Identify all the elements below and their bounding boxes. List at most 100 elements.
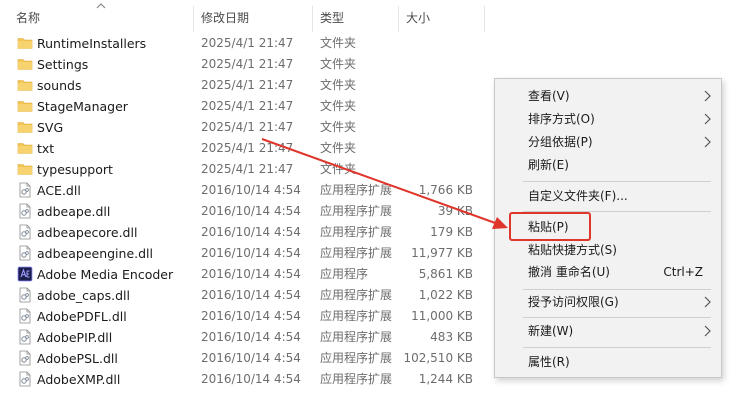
- folder-icon: [17, 119, 33, 135]
- menu-item-grant-access[interactable]: 授予访问权限(G): [495, 291, 721, 313]
- menu-item-properties[interactable]: 属性(R): [495, 351, 721, 373]
- file-type: 文件夹: [320, 141, 357, 155]
- file-name: Settings: [37, 57, 89, 72]
- menu-separator: [523, 289, 711, 290]
- file-date: 2025/4/1 21:47: [201, 141, 294, 155]
- dll-file-icon: [17, 203, 33, 219]
- file-row[interactable]: sounds 2025/4/1 21:47 文件夹: [0, 75, 486, 96]
- menu-item-undo-rename[interactable]: 撤消 重命名(U) Ctrl+Z: [495, 261, 721, 283]
- file-row[interactable]: Settings 2025/4/1 21:47 文件夹: [0, 54, 486, 75]
- file-row[interactable]: Adobe Media Encoder 2016/10/14 4:54 应用程序…: [0, 264, 486, 285]
- menu-item-label: 新建(W): [528, 324, 574, 338]
- file-type: 应用程序扩展: [320, 372, 393, 386]
- file-row[interactable]: AdobePDFL.dll 2016/10/14 4:54 应用程序扩展 11,…: [0, 306, 486, 327]
- file-name: sounds: [37, 78, 82, 93]
- dll-file-icon: [17, 308, 33, 324]
- folder-icon: [17, 140, 33, 156]
- dll-file-icon: [17, 350, 33, 366]
- file-row[interactable]: txt 2025/4/1 21:47 文件夹: [0, 138, 486, 159]
- menu-item-label: 属性(R): [528, 355, 570, 369]
- column-header-size[interactable]: 大小: [400, 0, 484, 36]
- chevron-right-icon: [704, 296, 711, 308]
- file-name: RuntimeInstallers: [37, 36, 147, 51]
- menu-item-sort-by[interactable]: 排序方式(O): [495, 108, 721, 130]
- column-divider[interactable]: [193, 6, 194, 32]
- dll-file-icon: [17, 329, 33, 345]
- file-date: 2016/10/14 4:54: [201, 204, 301, 218]
- file-row[interactable]: AdobePIP.dll 2016/10/14 4:54 应用程序扩展 483 …: [0, 327, 486, 348]
- file-name: adobe_caps.dll: [37, 288, 130, 303]
- menu-item-new[interactable]: 新建(W): [495, 320, 721, 342]
- file-size: 1,244 KB: [418, 372, 473, 386]
- chevron-right-icon: [704, 136, 711, 148]
- file-size: 11,000 KB: [411, 309, 473, 323]
- menu-item-customize-folder[interactable]: 自定义文件夹(F)...: [495, 185, 721, 207]
- column-header-date[interactable]: 修改日期: [195, 0, 313, 36]
- file-row[interactable]: RuntimeInstallers 2025/4/1 21:47 文件夹: [0, 33, 486, 54]
- file-name: ACE.dll: [37, 183, 81, 198]
- menu-separator: [523, 347, 711, 348]
- folder-icon: [17, 35, 33, 51]
- file-type: 应用程序扩展: [320, 183, 393, 197]
- file-date: 2016/10/14 4:54: [201, 288, 301, 302]
- menu-item-label: 粘贴快捷方式(S): [528, 243, 617, 257]
- file-row[interactable]: adbeapeengine.dll 2016/10/14 4:54 应用程序扩展…: [0, 243, 486, 264]
- file-date: 2016/10/14 4:54: [201, 246, 301, 260]
- file-date: 2025/4/1 21:47: [201, 99, 294, 113]
- file-size: 1,022 KB: [418, 288, 473, 302]
- file-row[interactable]: adobe_caps.dll 2016/10/14 4:54 应用程序扩展 1,…: [0, 285, 486, 306]
- file-date: 2025/4/1 21:47: [201, 36, 294, 50]
- file-name: SVG: [37, 120, 64, 135]
- chevron-right-icon: [704, 113, 711, 125]
- file-date: 2016/10/14 4:54: [201, 225, 301, 239]
- file-size: 1,766 KB: [418, 183, 473, 197]
- file-size: 179 KB: [430, 225, 473, 239]
- file-type: 文件夹: [320, 120, 357, 134]
- menu-item-paste-shortcut[interactable]: 粘贴快捷方式(S): [495, 239, 721, 261]
- file-name: AdobePSL.dll: [37, 351, 118, 366]
- file-row[interactable]: adbeapecore.dll 2016/10/14 4:54 应用程序扩展 1…: [0, 222, 486, 243]
- file-name: StageManager: [37, 99, 128, 114]
- file-type: 文件夹: [320, 162, 357, 176]
- column-divider[interactable]: [398, 6, 399, 32]
- file-type: 应用程序: [320, 267, 369, 281]
- file-type: 应用程序扩展: [320, 309, 393, 323]
- file-row[interactable]: typesupport 2025/4/1 21:47 文件夹: [0, 159, 486, 180]
- file-type: 应用程序扩展: [320, 288, 393, 302]
- file-row[interactable]: AdobePSL.dll 2016/10/14 4:54 应用程序扩展 102,…: [0, 348, 486, 369]
- media-encoder-app-icon: [17, 266, 33, 282]
- file-name: AdobeXMP.dll: [37, 372, 121, 387]
- file-name: Adobe Media Encoder: [37, 267, 174, 282]
- file-type: 应用程序扩展: [320, 330, 393, 344]
- file-date: 2025/4/1 21:47: [201, 162, 294, 176]
- column-divider[interactable]: [484, 6, 485, 32]
- file-row[interactable]: ACE.dll 2016/10/14 4:54 应用程序扩展 1,766 KB: [0, 180, 486, 201]
- menu-item-view[interactable]: 查看(V): [495, 85, 721, 107]
- file-size: 11,977 KB: [411, 246, 473, 260]
- file-row[interactable]: adbeape.dll 2016/10/14 4:54 应用程序扩展 39 KB: [0, 201, 486, 222]
- file-row[interactable]: AdobeXMP.dll 2016/10/14 4:54 应用程序扩展 1,24…: [0, 369, 486, 390]
- file-type: 应用程序扩展: [320, 225, 393, 239]
- file-name: adbeapeengine.dll: [37, 246, 153, 261]
- file-date: 2016/10/14 4:54: [201, 372, 301, 386]
- folder-icon: [17, 56, 33, 72]
- folder-icon: [17, 98, 33, 114]
- dll-file-icon: [17, 224, 33, 240]
- column-header-name[interactable]: 名称: [10, 0, 193, 36]
- file-type: 文件夹: [320, 57, 357, 71]
- file-row[interactable]: StageManager 2025/4/1 21:47 文件夹: [0, 96, 486, 117]
- column-divider[interactable]: [312, 6, 313, 32]
- file-row[interactable]: SVG 2025/4/1 21:47 文件夹: [0, 117, 486, 138]
- menu-item-refresh[interactable]: 刷新(E): [495, 154, 721, 176]
- menu-item-label: 授予访问权限(G): [528, 295, 619, 309]
- file-type: 文件夹: [320, 78, 357, 92]
- menu-item-group-by[interactable]: 分组依据(P): [495, 131, 721, 153]
- file-date: 2025/4/1 21:47: [201, 78, 294, 92]
- file-size: 39 KB: [437, 204, 473, 218]
- folder-icon: [17, 77, 33, 93]
- menu-separator: [523, 181, 711, 182]
- menu-separator: [523, 317, 711, 318]
- dll-file-icon: [17, 287, 33, 303]
- file-date: 2016/10/14 4:54: [201, 267, 301, 281]
- column-header-type[interactable]: 类型: [314, 0, 398, 36]
